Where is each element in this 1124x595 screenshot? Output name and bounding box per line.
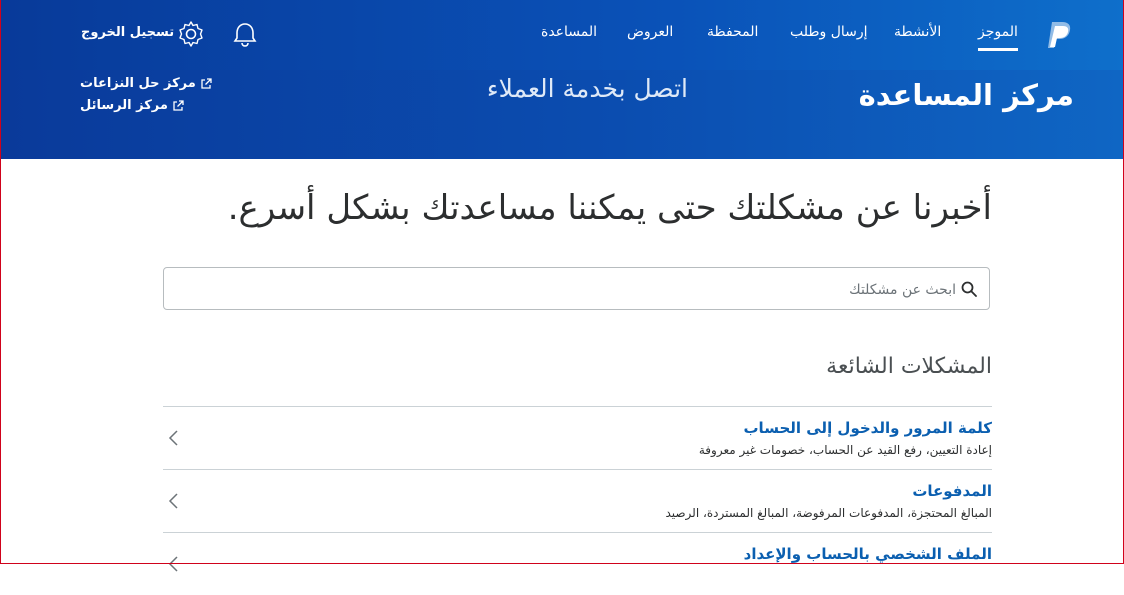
logout-link[interactable]: تسجيل الخروج <box>81 25 174 40</box>
issue-title[interactable]: المدفوعات <box>912 482 992 500</box>
nav-summary[interactable]: الموجز <box>978 24 1018 51</box>
nav-offers[interactable]: العروض <box>627 24 673 40</box>
nav-wallet[interactable]: المحفظة <box>707 24 758 40</box>
issue-row-payments[interactable]: المدفوعات المبالغ المحتجزة، المدفوعات ال… <box>163 470 992 532</box>
search-input[interactable] <box>174 268 958 311</box>
main-headline: أخبرنا عن مشكلتك حتى يمكننا مساعدتك بشكل… <box>227 188 992 228</box>
section-title-common-issues: المشكلات الشائعة <box>826 354 992 379</box>
issue-row-password-login[interactable]: كلمة المرور والدخول إلى الحساب إعادة الت… <box>163 407 992 469</box>
chevron-left-icon[interactable] <box>167 555 179 573</box>
resolution-center-label: مركز حل النزاعات <box>80 76 196 91</box>
issue-title[interactable]: الملف الشخصي بالحساب والإعداد <box>744 545 992 563</box>
paypal-logo[interactable] <box>1046 20 1072 50</box>
external-link-icon <box>173 99 184 111</box>
search-icon <box>961 281 977 297</box>
chevron-left-icon[interactable] <box>167 492 179 510</box>
search-box[interactable] <box>163 267 990 311</box>
contact-customer-service-link[interactable]: اتصل بخدمة العملاء <box>440 74 688 103</box>
issue-subtitle: إعادة التعيين، رفع القيد عن الحساب، خصوم… <box>698 443 992 457</box>
nav-help[interactable]: المساعدة <box>541 24 597 40</box>
nav-send-request[interactable]: إرسال وطلب <box>790 24 868 40</box>
page-title: مركز المساعدة <box>858 78 1074 112</box>
issue-row-account-profile[interactable]: الملف الشخصي بالحساب والإعداد <box>163 533 992 595</box>
message-center-label: مركز الرسائل <box>80 98 168 113</box>
issue-subtitle: المبالغ المحتجزة، المدفوعات المرفوضة، ال… <box>665 506 992 520</box>
issue-title[interactable]: كلمة المرور والدخول إلى الحساب <box>743 419 992 437</box>
nav-activity[interactable]: الأنشطة <box>894 24 941 40</box>
top-navigation: الموجز الأنشطة إرسال وطلب المحفظة العروض… <box>0 0 1124 70</box>
resolution-center-link[interactable]: مركز حل النزاعات <box>80 76 212 91</box>
gear-icon[interactable] <box>177 20 205 48</box>
message-center-link[interactable]: مركز الرسائل <box>80 98 184 113</box>
chevron-left-icon[interactable] <box>167 429 179 447</box>
bell-icon[interactable] <box>231 20 259 48</box>
external-link-icon <box>201 77 212 89</box>
